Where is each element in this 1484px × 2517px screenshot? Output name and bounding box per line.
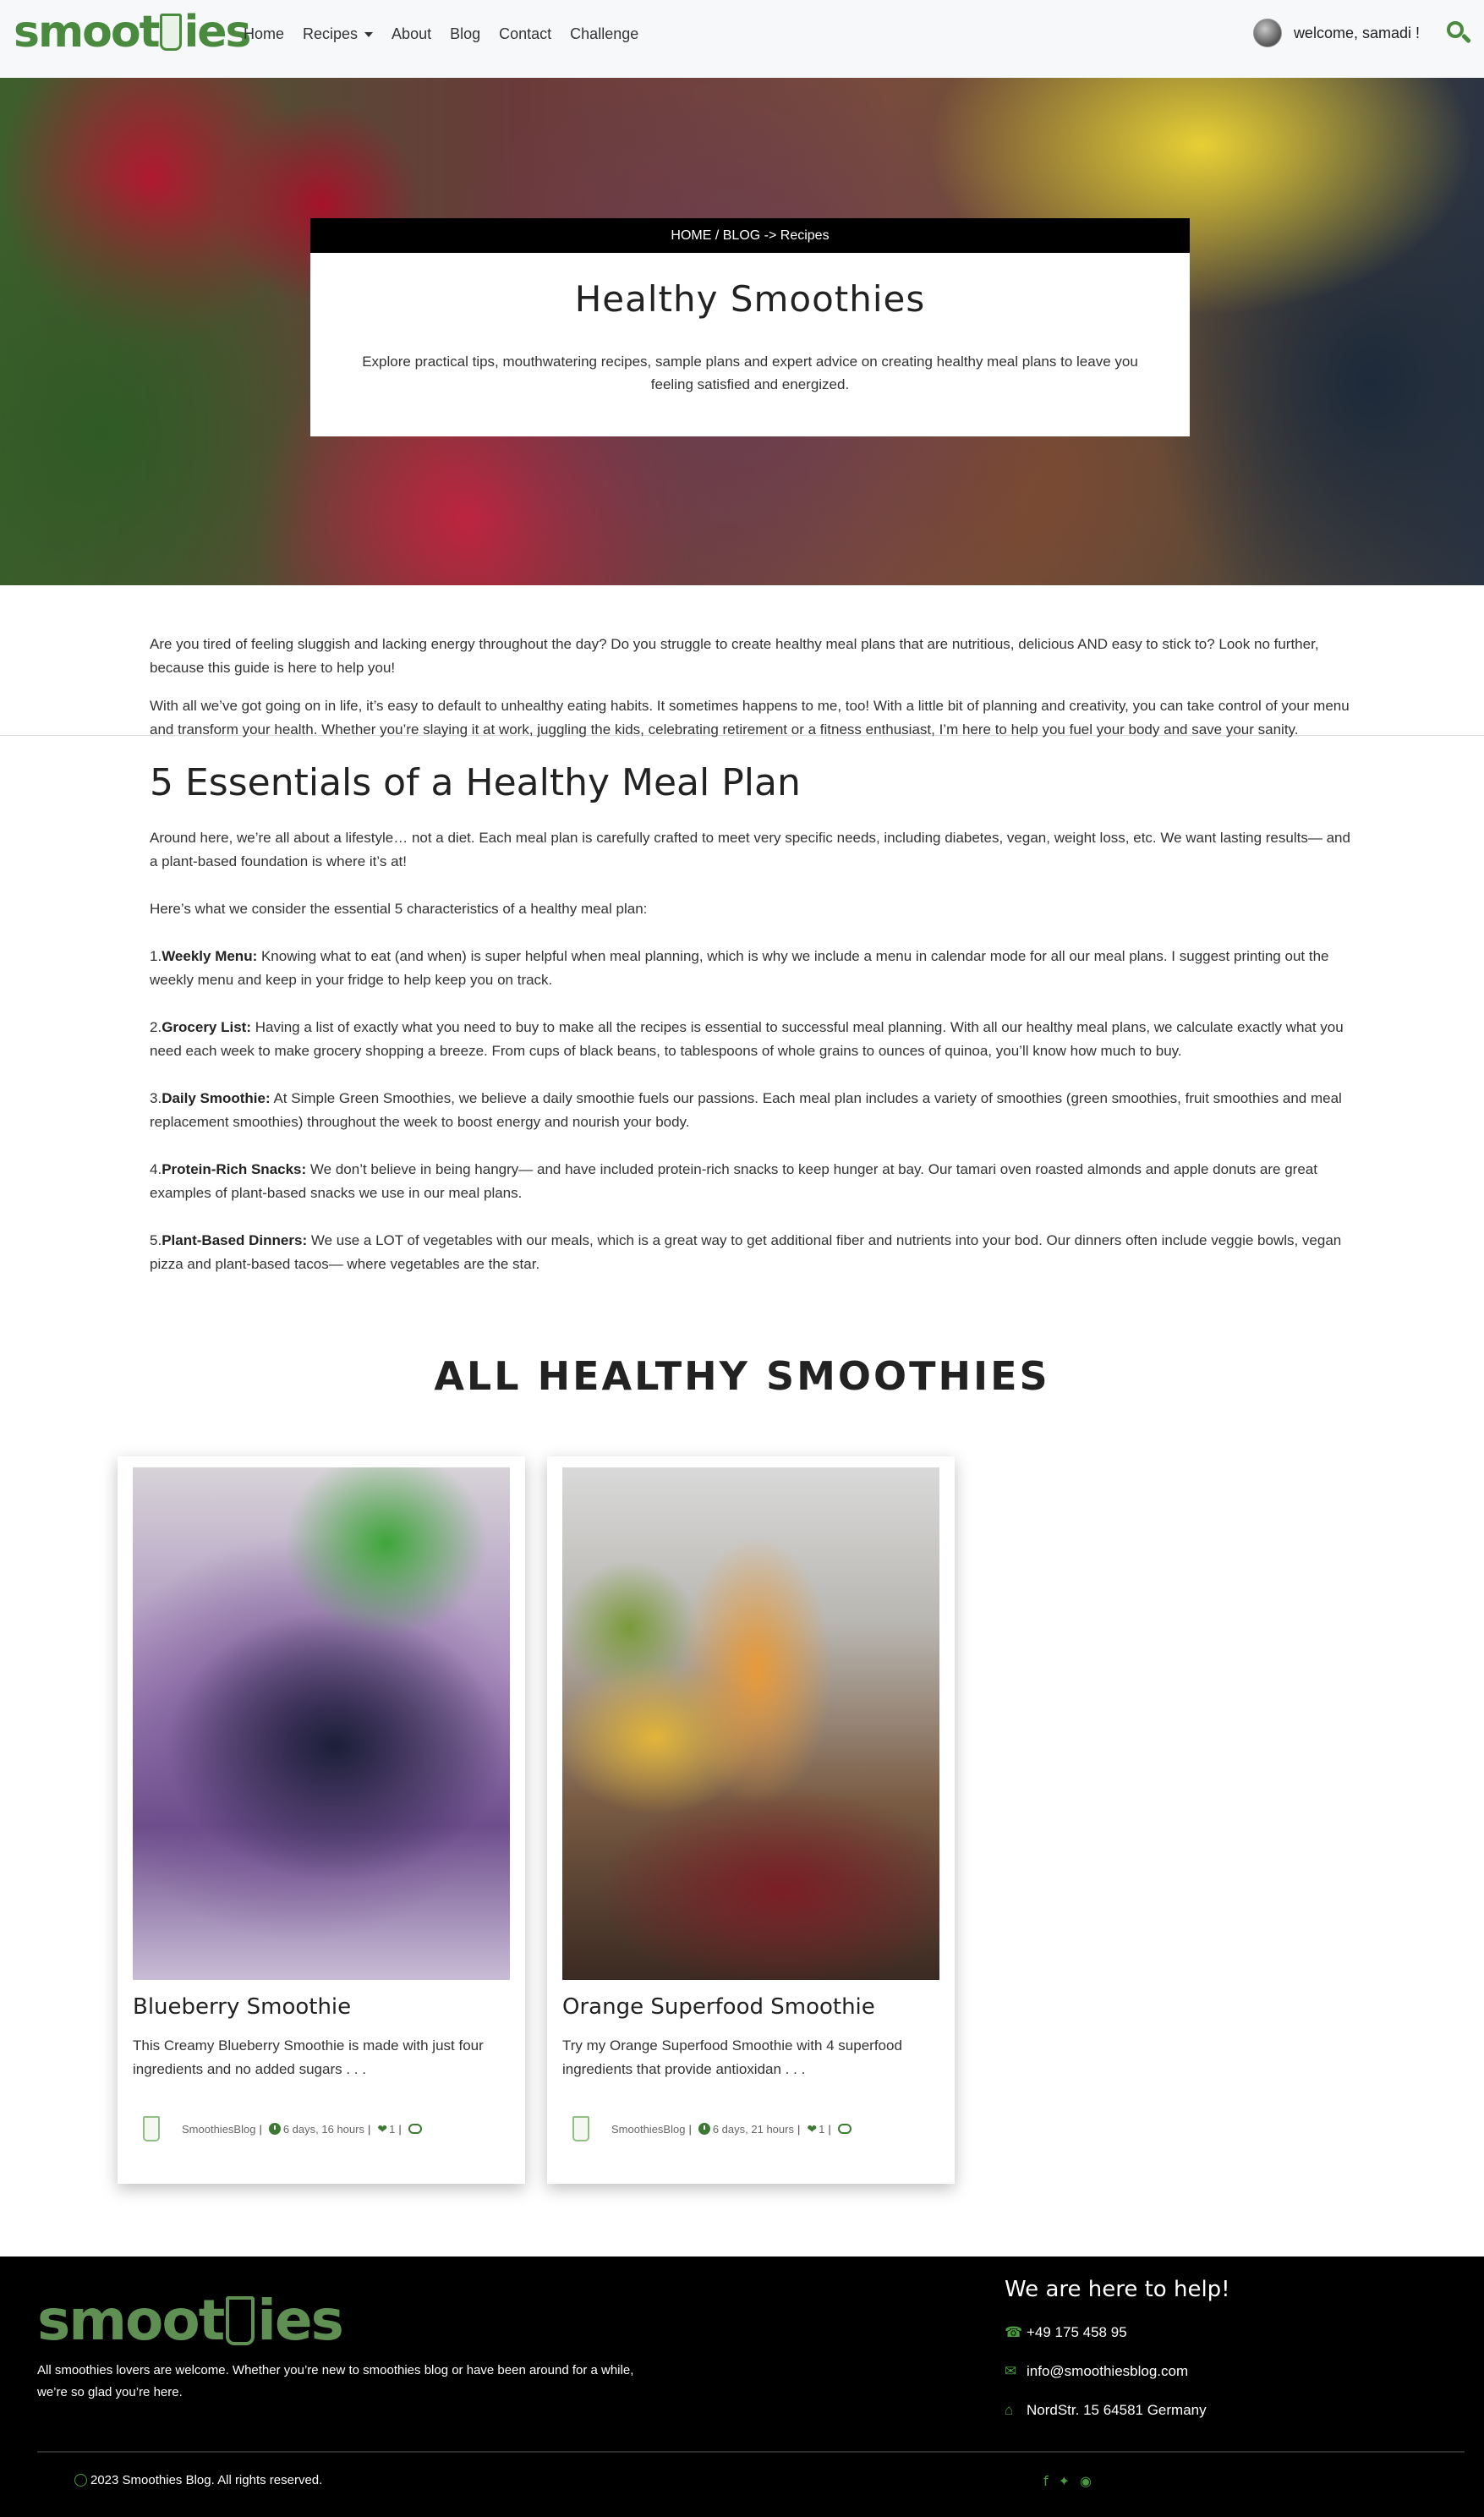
card-title[interactable]: Blueberry Smoothie [133, 1994, 351, 2020]
clock-icon [698, 2123, 710, 2135]
search-icon[interactable] [1445, 19, 1472, 47]
avatar[interactable] [1252, 19, 1282, 47]
all-smoothies-heading: ALL HEALTHY SMOOTHIES [434, 1353, 1050, 1399]
essential-item-3: 3.Daily Smoothie: At Simple Green Smooth… [150, 1090, 1342, 1130]
phone-icon: ☎ [1005, 2324, 1023, 2340]
footer-divider [37, 2451, 1465, 2453]
copyright-icon [74, 2474, 87, 2487]
footer-description: All smoothies lovers are welcome. Whethe… [37, 2363, 634, 2399]
essential-item-1: 1.Weekly Menu: Knowing what to eat (and … [150, 948, 1329, 988]
hero-banner: HOME / BLOG -> Recipes Healthy Smoothies… [0, 78, 1484, 585]
search-icon-handle [1460, 33, 1472, 44]
copyright-text: 2023 Smoothies Blog. All rights reserved… [90, 2473, 323, 2487]
home-icon: ⌂ [1005, 2402, 1014, 2418]
logo-text-left: smoot [14, 7, 160, 58]
nav-recipes-label: Recipes [303, 25, 359, 42]
facebook-icon[interactable]: f [1043, 2473, 1049, 2489]
twitter-icon[interactable]: ✦ [1059, 2473, 1070, 2489]
comment-icon[interactable] [408, 2124, 422, 2134]
social-links: f ✦ ◉ [1043, 2473, 1102, 2489]
card-description: This Creamy Blueberry Smoothie is made w… [133, 2037, 484, 2077]
page-subtitle: Explore practical tips, mouthwatering re… [362, 354, 1138, 392]
smoothie-cup-icon [160, 14, 183, 51]
nav-blog[interactable]: Blog [450, 25, 480, 43]
footer: smoot ies All smoothies lovers are welco… [0, 2257, 1484, 2517]
blog-logo-icon [143, 2116, 160, 2141]
footer-logo[interactable]: smoot ies [37, 2288, 344, 2353]
lifestyle-paragraph: Around here, we’re all about a lifestyle… [150, 830, 1350, 869]
card-time: 6 days, 16 hours [282, 2122, 364, 2136]
welcome-text[interactable]: welcome, samadi ! [1294, 25, 1420, 42]
recipe-card[interactable]: Orange Superfood Smoothie Try my Orange … [547, 1456, 955, 2184]
footer-phone[interactable]: ☎ +49 175 458 95 [1005, 2324, 1127, 2341]
mail-icon: ✉ [1005, 2363, 1017, 2379]
card-time: 6 days, 21 hours [712, 2122, 794, 2136]
address-text: NordStr. 15 64581 Germany [1027, 2402, 1207, 2418]
recipe-card[interactable]: Blueberry Smoothie This Creamy Blueberry… [118, 1456, 525, 2184]
nav-recipes-dropdown[interactable]: Recipes [303, 25, 374, 43]
phone-number: +49 175 458 95 [1027, 2324, 1127, 2340]
blog-logo-icon [572, 2116, 589, 2141]
essential-item-5: 5.Plant-Based Dinners: We use a LOT of v… [150, 1232, 1342, 1272]
heart-icon[interactable]: ❤ [377, 2122, 387, 2136]
card-author[interactable]: SmoothiesBlog [182, 2123, 255, 2136]
card-description: Try my Orange Superfood Smoothie with 4 … [562, 2037, 902, 2077]
nav-links: Home Recipes About Blog Contact Challeng… [244, 25, 657, 43]
instagram-icon[interactable]: ◉ [1080, 2473, 1092, 2489]
nav-user-area: welcome, samadi ! [1252, 19, 1472, 47]
card-likes: 1 [819, 2122, 825, 2136]
copyright: 2023 Smoothies Blog. All rights reserved… [74, 2473, 322, 2487]
footer-logo-text-right: ies [257, 2288, 344, 2353]
essential-item-2: 2.Grocery List: Having a list of exactly… [150, 1019, 1344, 1059]
footer-help-title: We are here to help! [1005, 2277, 1230, 2302]
navbar: smoot ies Home Recipes About Blog Contac… [0, 0, 1484, 78]
intro-paragraph-2: With all we’ve got going on in life, it’… [150, 698, 1350, 738]
site-logo[interactable]: smoot ies [14, 7, 252, 58]
blueberry-smoothie-image[interactable] [133, 1467, 510, 1980]
nav-about[interactable]: About [392, 25, 431, 43]
orange-smoothie-image[interactable] [562, 1467, 939, 1980]
footer-email[interactable]: ✉ info@smoothiesblog.com [1005, 2363, 1188, 2380]
logo-text-right: ies [183, 7, 251, 58]
smoothie-cup-icon [226, 2296, 255, 2345]
section-heading: 5 Essentials of a Healthy Meal Plan [150, 761, 801, 804]
footer-logo-text-left: smoot [37, 2288, 225, 2353]
email-address: info@smoothiesblog.com [1027, 2363, 1189, 2379]
card-likes: 1 [389, 2122, 396, 2136]
breadcrumb[interactable]: HOME / BLOG -> Recipes [310, 218, 1190, 253]
nav-home[interactable]: Home [244, 25, 284, 43]
footer-address: ⌂ NordStr. 15 64581 Germany [1005, 2402, 1207, 2419]
card-meta: SmoothiesBlog | 6 days, 21 hours | ❤ 1 | [562, 2116, 852, 2141]
essential-item-4: 4.Protein-Rich Snacks: We don’t believe … [150, 1161, 1317, 1201]
heart-icon[interactable]: ❤ [807, 2122, 817, 2136]
hero-card: HOME / BLOG -> Recipes Healthy Smoothies… [310, 218, 1190, 436]
card-author[interactable]: SmoothiesBlog [611, 2123, 685, 2136]
chevron-down-icon [364, 32, 374, 38]
nav-contact[interactable]: Contact [499, 25, 551, 43]
clock-icon [268, 2123, 281, 2135]
comment-icon[interactable] [837, 2124, 852, 2134]
list-lead: Here’s what we consider the essential 5 … [150, 901, 648, 917]
card-meta: SmoothiesBlog | 6 days, 16 hours | ❤ 1 | [133, 2116, 422, 2141]
article-body: Are you tired of feeling sluggish and la… [150, 633, 1355, 1276]
intro-paragraph-1: Are you tired of feeling sluggish and la… [150, 636, 1319, 676]
page-title: Healthy Smoothies [574, 278, 926, 320]
nav-challenge[interactable]: Challenge [570, 25, 638, 43]
card-title[interactable]: Orange Superfood Smoothie [562, 1994, 875, 2020]
